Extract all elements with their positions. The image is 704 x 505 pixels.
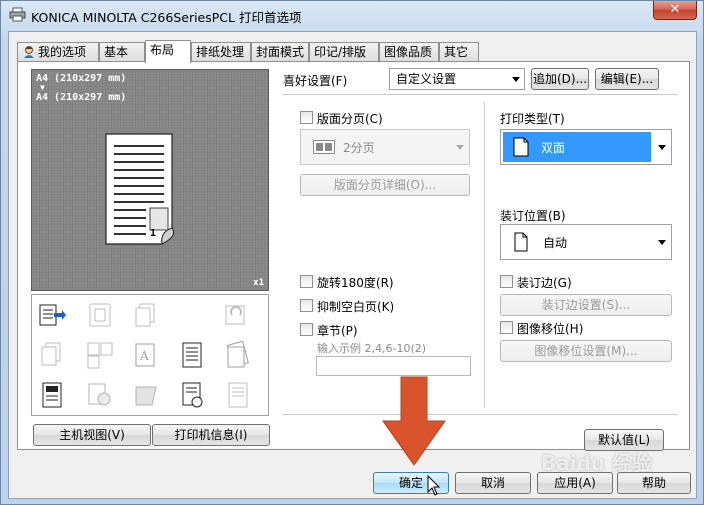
binding-position-select[interactable]: 自动 bbox=[500, 224, 672, 260]
function-icon-panel: A bbox=[31, 294, 269, 416]
window-title: KONICA MINOLTA C266SeriesPCL 打印首选项 bbox=[31, 10, 302, 25]
down-arrow-annotation-icon bbox=[382, 376, 446, 466]
flip-icon[interactable] bbox=[132, 381, 160, 409]
watermark: Baidu 经验 bbox=[541, 451, 653, 475]
rotate-180-label: 旋转180度(R) bbox=[317, 276, 394, 290]
document-icon[interactable] bbox=[178, 341, 206, 369]
tab-basic[interactable]: 基本 bbox=[99, 42, 145, 62]
tab-label: 其它 bbox=[444, 45, 469, 59]
tab-finishing[interactable]: 排纸处理 bbox=[191, 42, 251, 62]
dialog-client-area: 我的选项 基本 布局 排纸处理 封面模式 印记/排版 图像品质 其它 A4 (2… bbox=[8, 31, 697, 499]
booklet-icon[interactable] bbox=[38, 381, 66, 409]
binding-position-value: 自动 bbox=[543, 236, 568, 250]
chevron-down-icon bbox=[512, 77, 520, 82]
tab-label: 我的选项 bbox=[38, 45, 87, 59]
skip-blank-label: 抑制空白页(K) bbox=[317, 300, 395, 314]
tab-label: 印记/排版 bbox=[314, 45, 367, 59]
multi-page-icon[interactable] bbox=[86, 341, 114, 369]
chapter-checkbox[interactable] bbox=[300, 323, 313, 336]
favorites-label: 喜好设置(F) bbox=[283, 74, 348, 88]
skip-blank-checkbox[interactable] bbox=[300, 299, 313, 312]
tab-layout[interactable]: 布局 bbox=[145, 40, 191, 63]
zoom-scale: x1 bbox=[253, 278, 264, 288]
title-bar[interactable]: KONICA MINOLTA C266SeriesPCL 打印首选项 ✕ bbox=[1, 1, 703, 31]
printer-icon bbox=[9, 7, 26, 22]
staple-icon[interactable] bbox=[224, 341, 252, 369]
two-up-icon bbox=[313, 140, 335, 154]
binding-margin-label: 装订边(G) bbox=[517, 276, 572, 290]
rotate-180-checkbox[interactable] bbox=[300, 275, 313, 288]
combination-detail-button[interactable]: 版面分页详细(O)... bbox=[300, 174, 470, 196]
add-favorite-button[interactable]: 追加(D)... bbox=[531, 68, 589, 90]
chevron-down-icon bbox=[658, 240, 666, 245]
down-arrow-icon: ▼ bbox=[40, 83, 45, 92]
top-divider bbox=[283, 94, 678, 95]
image-shift-checkbox[interactable] bbox=[500, 321, 513, 334]
host-view-button[interactable]: 主机视图(V) bbox=[33, 424, 151, 446]
document-clock-icon[interactable] bbox=[178, 381, 206, 409]
original-size-label: A4 (210x297 mm) bbox=[36, 73, 127, 84]
edit-favorite-button[interactable]: 编辑(E)... bbox=[595, 68, 659, 90]
print-output-icon[interactable] bbox=[38, 301, 66, 329]
mouse-cursor-icon bbox=[427, 475, 441, 496]
binding-margin-checkbox[interactable] bbox=[500, 275, 513, 288]
page-number: 1 bbox=[150, 228, 157, 239]
output-size-label: A4 (210x297 mm) bbox=[36, 92, 127, 103]
print-type-label: 打印类型(T) bbox=[500, 112, 565, 126]
tab-label: 布局 bbox=[150, 43, 175, 57]
tab-label: 排纸处理 bbox=[196, 45, 245, 59]
bottom-divider bbox=[283, 414, 678, 415]
list-page-icon[interactable] bbox=[224, 381, 252, 409]
print-type-select[interactable]: 双面 bbox=[500, 129, 672, 165]
overlay-icon[interactable] bbox=[86, 381, 114, 409]
tab-stamp-composition[interactable]: 印记/排版 bbox=[309, 42, 379, 62]
combination-select[interactable]: 2分页 bbox=[300, 129, 470, 165]
tab-image-quality[interactable]: 图像品质 bbox=[379, 42, 439, 62]
print-type-selection: 双面 bbox=[503, 132, 651, 162]
print-type-value: 双面 bbox=[541, 141, 566, 155]
favorites-select[interactable]: 自定义设置 bbox=[389, 68, 525, 90]
favorites-value: 自定义设置 bbox=[396, 72, 457, 86]
column-divider bbox=[484, 102, 485, 408]
tab-label: 封面模式 bbox=[256, 45, 305, 59]
page-preview-graphic bbox=[105, 133, 175, 245]
svg-text:A: A bbox=[139, 349, 149, 363]
image-shift-settings-button[interactable]: 图像移位设置(M)... bbox=[500, 340, 672, 362]
chapter-label: 章节(P) bbox=[317, 324, 358, 338]
tab-label: 基本 bbox=[104, 45, 129, 59]
close-button[interactable]: ✕ bbox=[653, 1, 697, 20]
tab-label: 图像品质 bbox=[384, 45, 433, 59]
chapter-input[interactable] bbox=[316, 356, 471, 376]
copy-pages-icon[interactable] bbox=[132, 301, 160, 329]
duplex-page-icon bbox=[513, 137, 529, 157]
tab-my-options[interactable]: 我的选项 bbox=[17, 42, 99, 62]
stack-pages-icon[interactable] bbox=[38, 341, 66, 369]
print-preview: A4 (210x297 mm) ▼ A4 (210x297 mm) 1 x1 bbox=[31, 69, 269, 291]
rotate-page-icon[interactable] bbox=[222, 301, 250, 329]
chevron-down-icon bbox=[456, 145, 464, 150]
combination-label: 版面分页(C) bbox=[317, 112, 383, 126]
printing-preferences-window: KONICA MINOLTA C266SeriesPCL 打印首选项 ✕ 我的选… bbox=[0, 0, 704, 505]
chapter-hint: 输入示例 2,4,6-10(2) bbox=[317, 342, 427, 355]
tab-other[interactable]: 其它 bbox=[439, 42, 479, 62]
page-binding-icon bbox=[514, 232, 528, 252]
text-page-icon[interactable]: A bbox=[132, 341, 160, 369]
binding-position-label: 装订位置(B) bbox=[500, 209, 566, 223]
combination-checkbox[interactable] bbox=[300, 111, 313, 124]
user-icon bbox=[24, 46, 34, 58]
tab-cover-mode[interactable]: 封面模式 bbox=[251, 42, 309, 62]
printer-info-button[interactable]: 打印机信息(I) bbox=[152, 424, 270, 446]
binding-margin-settings-button[interactable]: 装订边设置(S)... bbox=[500, 294, 672, 316]
cancel-button[interactable]: 取消 bbox=[455, 472, 531, 494]
layout-tab-panel: A4 (210x297 mm) ▼ A4 (210x297 mm) 1 x1 A… bbox=[17, 61, 690, 451]
chevron-down-icon bbox=[658, 145, 666, 150]
image-shift-label: 图像移位(H) bbox=[517, 322, 584, 336]
combination-value: 2分页 bbox=[343, 141, 375, 155]
poster-icon[interactable] bbox=[86, 301, 114, 329]
